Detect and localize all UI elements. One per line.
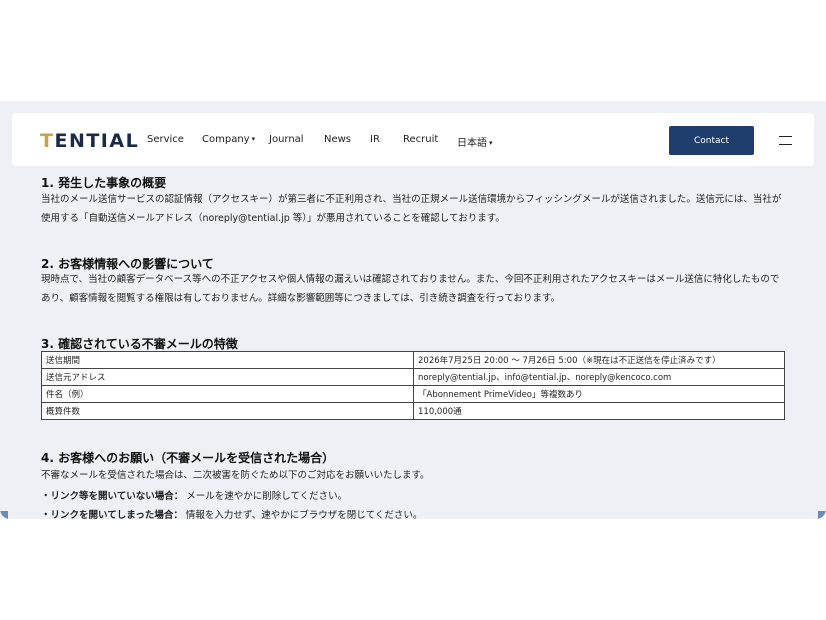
section-body-1: 当社のメール送信サービスの認証情報（アクセスキー）が第三者に不正利用され、当社の… [41, 194, 782, 224]
list-item: ・リンクを開いてしまった場合： 情報を入力せず、速やかにブラウザを閉じてください… [41, 507, 422, 519]
table-key: 概算件数 [41, 402, 414, 420]
bullet-text: 情報を入力せず、速やかにブラウザを閉じてください。 [182, 510, 423, 519]
bullet-label: ・リンク等を開いていない場合： [41, 491, 184, 502]
table-value: 2026年7月25日 20:00 〜 7月26日 5:00（※現在は不正送信を停… [413, 351, 785, 369]
site-header: TENTIAL Service Company ▾ Journal News IR… [12, 113, 814, 166]
table-row: 送信期間 2026年7月25日 20:00 〜 7月26日 5:00（※現在は不… [41, 351, 785, 369]
table-row: 概算件数 110,000通 [41, 402, 785, 420]
table-row: 送信元アドレス noreply@tential.jp、info@tential.… [41, 368, 785, 386]
section-heading-1: 1. 発生した事象の概要 [41, 176, 167, 190]
section-heading-4: 4. お客様へのお願い（不審メールを受信された場合） [41, 451, 335, 465]
list-item: ・リンク等を開いていない場合： メールを速やかに削除してください。 [41, 488, 347, 502]
chevron-down-icon: ▾ [489, 139, 493, 147]
nav-language[interactable]: 日本語 ▾ [457, 134, 493, 149]
table-value: 「Abonnement PrimeVideo」等複数あり [413, 385, 785, 403]
hamburger-menu-icon[interactable] [779, 136, 792, 145]
table-value: noreply@tential.jp、info@tential.jp、norep… [413, 368, 785, 386]
tential-logo[interactable]: TENTIAL [40, 130, 139, 152]
section-body-4: 不審なメールを受信された場合は、二次被害を防ぐため以下のご対応をお願いいたします… [41, 470, 430, 481]
nav-ir[interactable]: IR [370, 134, 380, 145]
table-key: 件名（例） [41, 385, 414, 403]
nav-company[interactable]: Company ▾ [202, 134, 255, 145]
contact-button[interactable]: Contact [669, 126, 754, 155]
suspicious-mail-table: 送信期間 2026年7月25日 20:00 〜 7月26日 5:00（※現在は不… [41, 351, 785, 420]
table-row: 件名（例） 「Abonnement PrimeVideo」等複数あり [41, 385, 785, 403]
table-value: 110,000通 [413, 402, 785, 420]
nav-recruit[interactable]: Recruit [403, 134, 438, 145]
section-body-2: 現時点で、当社の顧客データベース等への不正アクセスや個人情報の漏えいは確認されて… [41, 274, 780, 304]
chevron-down-icon: ▾ [251, 135, 256, 143]
nav-journal[interactable]: Journal [269, 134, 304, 145]
nav-news[interactable]: News [324, 134, 351, 145]
section-heading-3: 3. 確認されている不審メールの特徴 [41, 337, 238, 351]
bullet-text: メールを速やかに削除してください。 [183, 491, 348, 502]
browser-viewport: TENTIAL Service Company ▾ Journal News IR… [0, 101, 826, 519]
table-key: 送信元アドレス [41, 368, 414, 386]
table-key: 送信期間 [41, 351, 414, 369]
nav-service[interactable]: Service [147, 134, 184, 145]
bullet-label: ・リンクを開いてしまった場合： [41, 510, 183, 519]
